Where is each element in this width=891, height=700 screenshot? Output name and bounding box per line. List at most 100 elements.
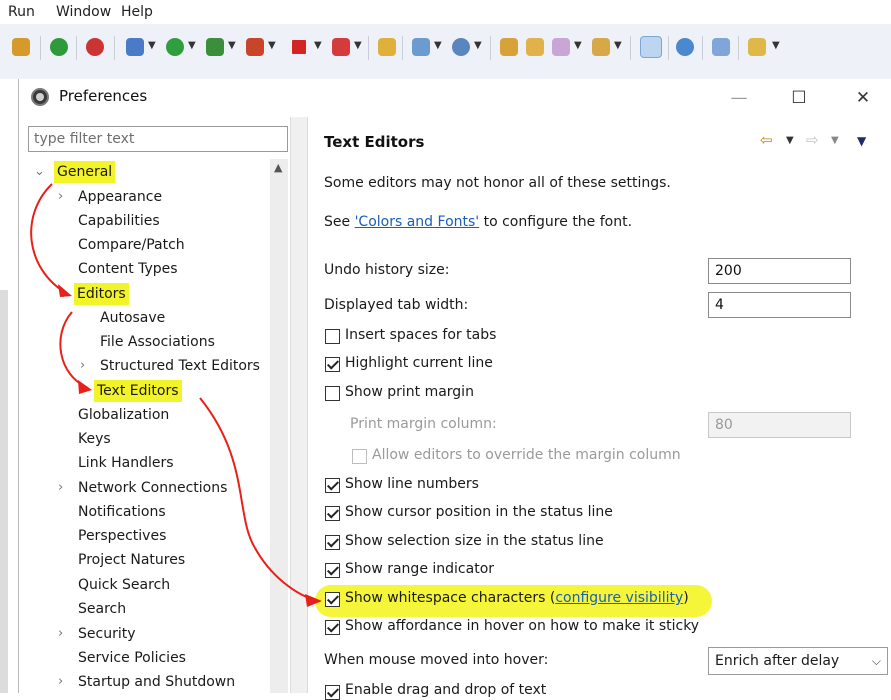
chevron-down-icon[interactable]: ▼: [574, 40, 582, 51]
chevron-right-icon[interactable]: ›: [58, 671, 63, 693]
insert-spaces-checkbox[interactable]: [325, 329, 340, 344]
chevron-down-icon[interactable]: ▼: [314, 40, 322, 51]
chevron-down-icon[interactable]: ▼: [614, 40, 622, 51]
tree-item-startup-and-shutdown[interactable]: Startup and Shutdown: [78, 671, 235, 693]
cursor-position-checkbox[interactable]: [325, 506, 340, 521]
configure-visibility-link[interactable]: configure visibility: [555, 590, 683, 606]
tree-item-quick-search[interactable]: Quick Search: [78, 574, 170, 596]
hover-select[interactable]: Enrich after delay ⌵: [708, 647, 888, 675]
tree-item-search[interactable]: Search: [78, 598, 126, 620]
tree-item-globalization[interactable]: Globalization: [78, 404, 169, 426]
server-icon[interactable]: [332, 38, 350, 56]
tree-item-editors[interactable]: Editors: [74, 283, 129, 305]
highlight-line-checkbox[interactable]: [325, 357, 340, 372]
range-indicator-label: Show range indicator: [345, 561, 495, 577]
tree-item-link-handlers[interactable]: Link Handlers: [78, 452, 174, 474]
next-annotation-icon[interactable]: [748, 38, 766, 56]
tree-item-network-connections[interactable]: Network Connections: [78, 477, 227, 499]
toolbar-separator: [402, 36, 403, 60]
build-icon[interactable]: [12, 38, 30, 56]
minimize-button[interactable]: —: [719, 83, 759, 113]
tab-width-input[interactable]: [708, 292, 851, 318]
new-wizard-icon[interactable]: [452, 38, 470, 56]
chevron-down-icon[interactable]: ▼: [354, 40, 362, 51]
tree-item-compare-patch[interactable]: Compare/Patch: [78, 234, 185, 256]
pen-icon[interactable]: [552, 38, 570, 56]
print-margin-column-input[interactable]: [708, 412, 851, 438]
tree-item-keys[interactable]: Keys: [78, 428, 111, 450]
external-tools-icon[interactable]: [206, 38, 224, 56]
chevron-down-icon[interactable]: ▼: [474, 40, 482, 51]
toggle-mark-occurrences-icon[interactable]: [640, 36, 662, 58]
tree-item-text-editors[interactable]: Text Editors: [94, 380, 182, 402]
line-numbers-checkbox[interactable]: [325, 478, 340, 493]
open-type-icon[interactable]: [500, 38, 518, 56]
chevron-right-icon[interactable]: ›: [58, 477, 63, 499]
chevron-right-icon[interactable]: ›: [58, 623, 63, 645]
search-icon[interactable]: [712, 38, 730, 56]
pane-divider[interactable]: [290, 117, 308, 693]
debug-icon[interactable]: [50, 38, 68, 56]
chevron-down-icon[interactable]: ▼: [786, 135, 794, 146]
tree-item-perspectives[interactable]: Perspectives: [78, 525, 166, 547]
scroll-up-icon[interactable]: ▲: [274, 161, 282, 174]
chevron-down-icon[interactable]: ▼: [434, 40, 442, 51]
allow-override-checkbox[interactable]: [352, 449, 367, 464]
forward-arrow-icon[interactable]: ⇨: [806, 131, 819, 149]
selection-size-checkbox[interactable]: [325, 535, 340, 550]
chevron-down-icon[interactable]: ⌄: [34, 161, 45, 183]
tree-scrollbar[interactable]: ▲: [270, 159, 288, 693]
toolbar-separator: [40, 36, 41, 60]
print-margin-checkbox[interactable]: [325, 386, 340, 401]
open-resource-icon[interactable]: [592, 38, 610, 56]
back-arrow-icon[interactable]: ⇦: [760, 131, 773, 149]
chevron-down-icon[interactable]: ▼: [772, 40, 780, 51]
chevron-down-icon[interactable]: ▼: [831, 135, 839, 146]
range-indicator-checkbox[interactable]: [325, 563, 340, 578]
toolbar-separator: [114, 36, 115, 60]
menu-help[interactable]: Help: [121, 4, 153, 20]
stop-run-icon[interactable]: [246, 38, 264, 56]
open-folder-icon[interactable]: [526, 38, 544, 56]
tree-item-file-associations[interactable]: File Associations: [100, 331, 215, 353]
tree-item-content-types[interactable]: Content Types: [78, 258, 178, 280]
chevron-down-icon[interactable]: ⌄: [58, 283, 69, 305]
close-button[interactable]: ✕: [843, 83, 883, 113]
new-project-icon[interactable]: [378, 38, 396, 56]
tree-item-project-natures[interactable]: Project Natures: [78, 549, 185, 571]
globe-icon[interactable]: [676, 38, 694, 56]
tree-item-capabilities[interactable]: Capabilities: [78, 210, 160, 232]
undo-history-input[interactable]: [708, 258, 851, 284]
chevron-right-icon[interactable]: ›: [80, 355, 85, 377]
menu-window[interactable]: Window: [56, 4, 111, 20]
chevron-right-icon[interactable]: ›: [58, 186, 63, 208]
print-margin-column-label: Print margin column:: [350, 416, 497, 432]
tree-item-notifications[interactable]: Notifications: [78, 501, 166, 523]
coverage-icon[interactable]: [86, 38, 104, 56]
stop-icon[interactable]: [292, 40, 306, 54]
chevron-down-icon[interactable]: ▼: [268, 40, 276, 51]
tree-item-autosave[interactable]: Autosave: [100, 307, 165, 329]
tree-item-general[interactable]: General: [54, 161, 116, 183]
tree-item-structured-text-editors[interactable]: Structured Text Editors: [100, 355, 260, 377]
chevron-down-icon[interactable]: ▼: [148, 40, 156, 51]
tree-item-service-policies[interactable]: Service Policies: [78, 647, 186, 669]
tree-item-appearance[interactable]: Appearance: [78, 186, 162, 208]
new-class-icon[interactable]: [412, 38, 430, 56]
chevron-down-icon: ⌵: [871, 654, 881, 668]
bug-icon[interactable]: [126, 38, 144, 56]
whitespace-checkbox[interactable]: [325, 592, 340, 607]
menu-run[interactable]: Run: [8, 4, 35, 20]
background-scrollbar[interactable]: [0, 290, 8, 693]
tree-item-security[interactable]: Security: [78, 623, 136, 645]
affordance-checkbox[interactable]: [325, 620, 340, 635]
run-icon[interactable]: [166, 38, 184, 56]
colors-and-fonts-link[interactable]: 'Colors and Fonts': [355, 214, 480, 230]
view-menu-icon[interactable]: ▼: [857, 134, 866, 148]
dialog-title: Preferences: [59, 87, 148, 105]
toolbar: ▼ ▼ ▼ ▼ ▼ ▼ ▼ ▼ ▼ ▼ ▼: [0, 24, 891, 79]
chevron-down-icon[interactable]: ▼: [188, 40, 196, 51]
maximize-button[interactable]: ☐: [779, 83, 819, 113]
chevron-down-icon[interactable]: ▼: [228, 40, 236, 51]
filter-input[interactable]: [28, 126, 288, 152]
